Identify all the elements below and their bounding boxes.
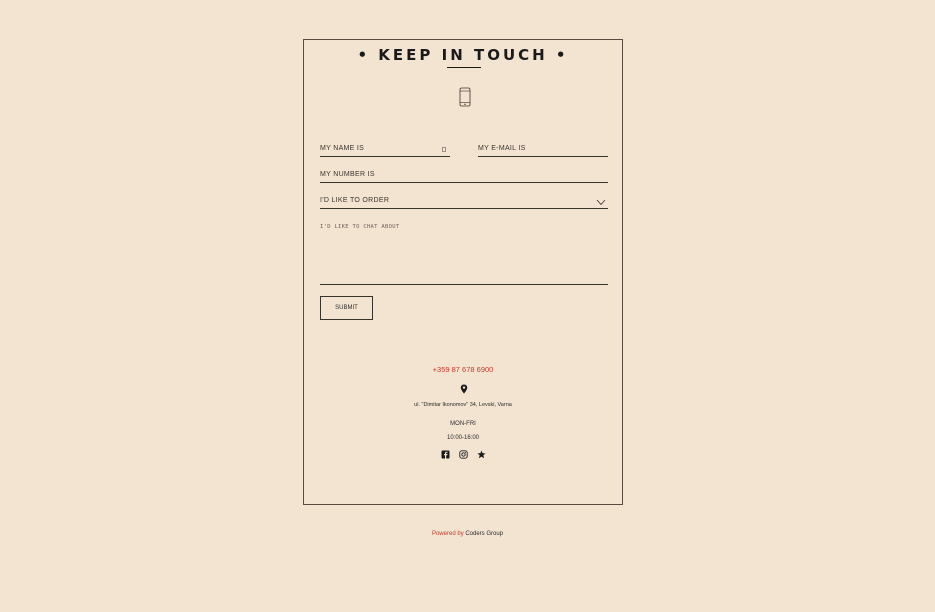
name-field[interactable]: MY NAME IS bbox=[320, 143, 450, 157]
autofill-icon bbox=[442, 147, 446, 152]
email-field[interactable]: MY E-MAIL IS bbox=[478, 143, 608, 157]
instagram-icon[interactable] bbox=[459, 450, 468, 459]
opening-days: MON-FRI bbox=[450, 421, 476, 427]
page-title: • KEEP IN TOUCH • bbox=[357, 46, 569, 64]
name-placeholder: MY NAME IS bbox=[320, 145, 365, 152]
mobile-phone-icon bbox=[459, 87, 471, 107]
number-placeholder: MY NUMBER IS bbox=[320, 171, 375, 178]
order-select[interactable]: I'D LIKE TO ORDER bbox=[320, 195, 608, 209]
email-placeholder: MY E-MAIL IS bbox=[478, 145, 526, 152]
opening-hours: 10:00-16:00 bbox=[446, 435, 480, 441]
number-field[interactable]: MY NUMBER IS bbox=[320, 169, 608, 183]
powered-by-label: Powered by bbox=[431, 531, 464, 537]
contact-card: • KEEP IN TOUCH • MY NAME IS MY E-MAIL I… bbox=[303, 39, 623, 505]
chat-placeholder: I'D LIKE TO CHAT ABOUT bbox=[320, 224, 400, 230]
chevron-down-icon bbox=[596, 199, 606, 206]
title-underline bbox=[447, 67, 481, 68]
chat-textarea[interactable]: I'D LIKE TO CHAT ABOUT bbox=[320, 221, 608, 285]
submit-button[interactable]: SUBMIT bbox=[320, 296, 373, 320]
address: ul. "Dimitar Ikonomov" 34, Levski, Varna bbox=[414, 402, 512, 408]
company-link[interactable]: Coders Group bbox=[465, 531, 503, 537]
order-placeholder: I'D LIKE TO ORDER bbox=[320, 197, 390, 204]
phone-number-link[interactable]: +359 87 678 6900 bbox=[304, 365, 622, 374]
footer: Powered by Coders Group bbox=[0, 531, 935, 537]
star-icon[interactable] bbox=[477, 450, 486, 459]
facebook-icon[interactable] bbox=[441, 450, 450, 459]
location-pin-icon bbox=[460, 384, 468, 394]
